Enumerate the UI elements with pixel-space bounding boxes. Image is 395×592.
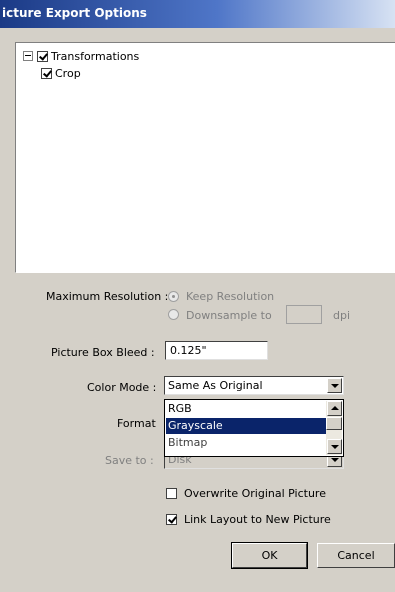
dpi-unit-label: dpi — [333, 309, 351, 322]
crop-checkbox[interactable] — [41, 67, 52, 79]
link-layout-label: Link Layout to New Picture — [184, 513, 331, 526]
keep-resolution-label: Keep Resolution — [186, 290, 275, 303]
link-layout-checkbox[interactable] — [166, 514, 177, 525]
option-grayscale[interactable]: Grayscale — [166, 418, 326, 434]
downsample-dpi-input[interactable] — [286, 305, 322, 324]
scroll-up-icon[interactable] — [327, 401, 342, 416]
tree-item-label: Transformations — [51, 49, 140, 63]
keep-resolution-radio[interactable] — [168, 291, 179, 302]
ok-button[interactable]: OK — [231, 542, 308, 569]
transformations-tree[interactable]: Transformations Crop — [15, 42, 395, 273]
format-label: Format — [117, 417, 156, 430]
downsample-radio[interactable] — [168, 309, 179, 320]
tree-item-label: Crop — [55, 66, 81, 80]
tree-item-transformations[interactable]: Transformations — [23, 48, 139, 64]
scroll-thumb[interactable] — [326, 417, 342, 430]
dropdown-scrollbar[interactable] — [326, 401, 342, 455]
overwrite-checkbox[interactable] — [166, 488, 177, 499]
downsample-label: Downsample to — [186, 309, 272, 322]
color-mode-value: Same As Original — [168, 379, 263, 392]
collapse-icon[interactable] — [23, 51, 33, 61]
overwrite-label: Overwrite Original Picture — [184, 487, 326, 500]
save-to-label: Save to : — [105, 454, 154, 467]
bleed-label: Picture Box Bleed : — [51, 346, 155, 359]
window-title: icture Export Options — [2, 6, 147, 20]
bleed-input[interactable]: 0.125" — [165, 341, 268, 360]
color-mode-select[interactable]: Same As Original — [164, 376, 344, 395]
chevron-down-icon[interactable] — [327, 378, 342, 393]
option-bitmap[interactable]: Bitmap — [166, 435, 326, 451]
tree-item-crop[interactable]: Crop — [41, 65, 81, 81]
option-rgb[interactable]: RGB — [166, 401, 326, 417]
max-resolution-label: Maximum Resolution : — [46, 290, 169, 303]
color-mode-dropdown-list[interactable]: RGB Grayscale Bitmap — [164, 399, 344, 457]
title-bar: icture Export Options — [0, 0, 395, 28]
cancel-button[interactable]: Cancel — [317, 543, 395, 568]
transformations-checkbox[interactable] — [37, 50, 48, 62]
scroll-down-icon[interactable] — [327, 439, 342, 454]
color-mode-label: Color Mode : — [87, 381, 157, 394]
